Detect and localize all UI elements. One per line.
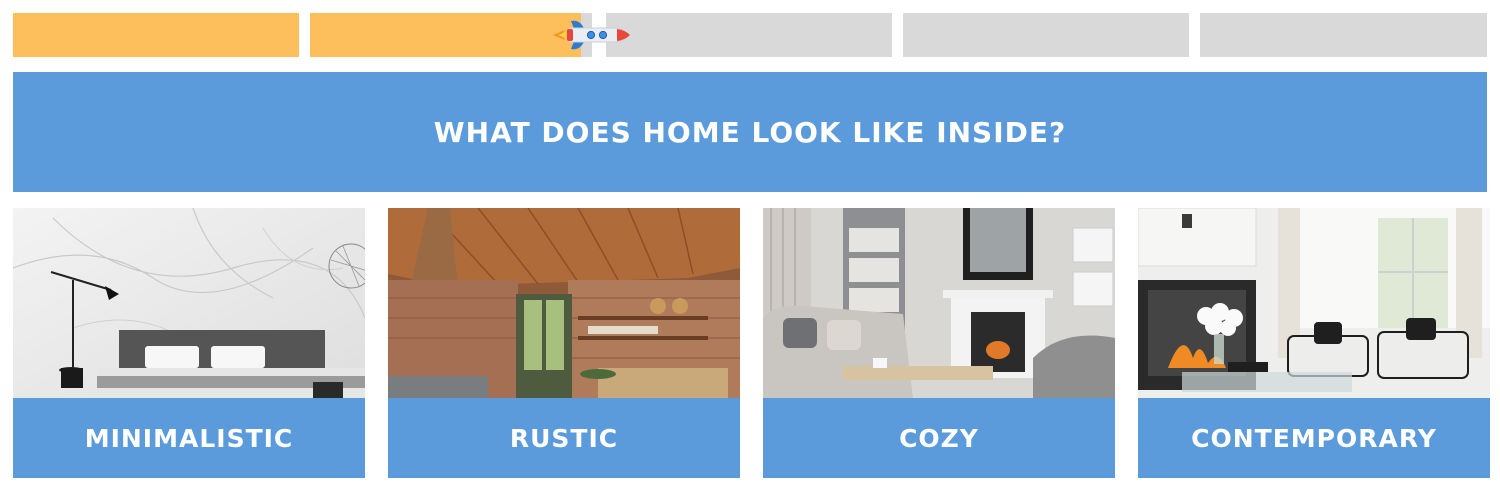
rustic-kitchen-photo: [388, 208, 740, 400]
progress-fill-1: [13, 13, 299, 57]
option-label-box: CONTEMPORARY: [1138, 398, 1490, 478]
cozy-living-room-photo: [763, 208, 1115, 400]
progress-segment-2: [310, 13, 592, 57]
progress-segment-3: [606, 13, 892, 57]
minimalist-bedroom-photo: [13, 208, 365, 400]
option-label: COZY: [899, 423, 979, 453]
progress-segment-1: [13, 13, 299, 57]
progress-fill-2: [310, 13, 581, 57]
option-card-contemporary[interactable]: CONTEMPORARY: [1138, 208, 1490, 478]
option-label-box: RUSTIC: [388, 398, 740, 478]
option-card-rustic[interactable]: RUSTIC: [388, 208, 740, 478]
progress-segment-4: [903, 13, 1189, 57]
option-card-minimalistic[interactable]: MINIMALISTIC: [13, 208, 365, 478]
option-label: RUSTIC: [509, 423, 619, 453]
progress-segment-5: [1200, 13, 1487, 57]
option-label: CONTEMPORARY: [1191, 423, 1437, 453]
progress-bar: [13, 13, 1487, 57]
option-label-box: MINIMALISTIC: [13, 398, 365, 478]
option-label: MINIMALISTIC: [84, 423, 294, 453]
question-header: WHAT DOES HOME LOOK LIKE INSIDE?: [13, 72, 1487, 192]
contemporary-living-room-photo: [1138, 208, 1490, 400]
option-label-box: COZY: [763, 398, 1115, 478]
rocket-icon: [552, 20, 630, 50]
option-card-cozy[interactable]: COZY: [763, 208, 1115, 478]
answer-options: MINIMALISTIC RUSTIC COZY CONTEMPORARY: [13, 208, 1490, 480]
question-title: WHAT DOES HOME LOOK LIKE INSIDE?: [433, 115, 1067, 149]
